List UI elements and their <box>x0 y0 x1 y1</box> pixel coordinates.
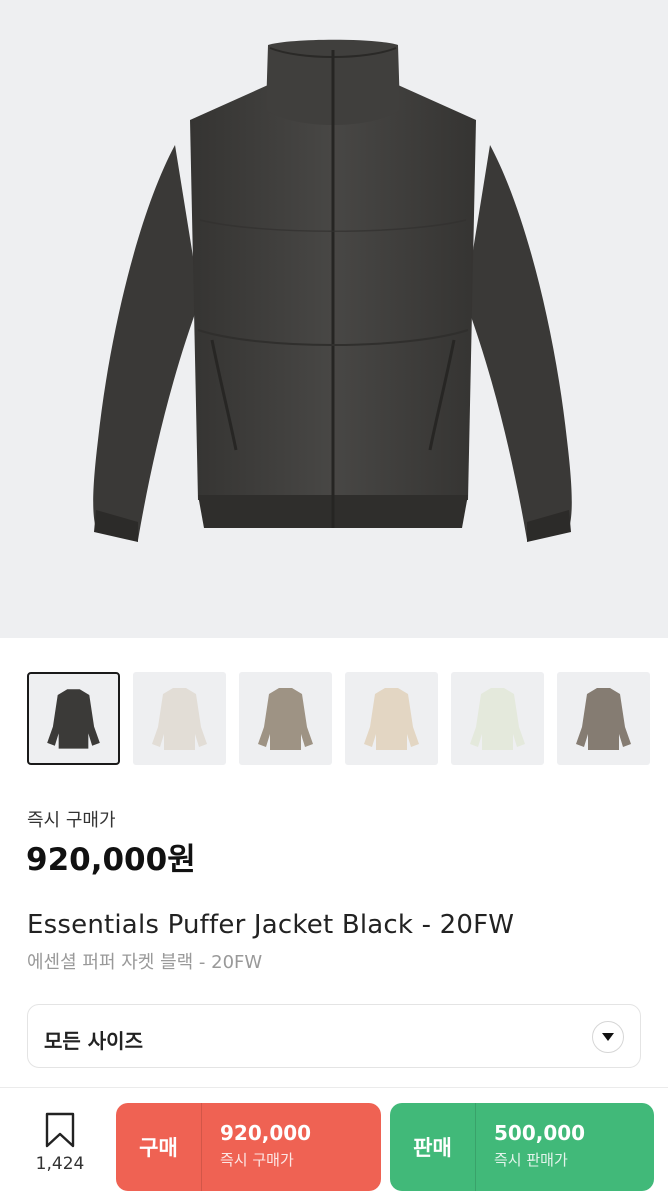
sell-button[interactable]: 판매 500,000 즉시 판매가 <box>390 1103 654 1191</box>
thumbnail-grey[interactable] <box>557 672 650 765</box>
size-selector-label: 모든 사이즈 <box>44 1029 143 1053</box>
product-name-en: Essentials Puffer Jacket Black - 20FW <box>27 910 515 940</box>
jacket-thumb-icon <box>47 689 100 749</box>
product-main-image[interactable] <box>0 0 668 638</box>
bookmark-count: 1,424 <box>35 1154 85 1174</box>
instant-price-label: 즉시 구매가 <box>27 810 116 831</box>
buy-button[interactable]: 구매 920,000 즉시 구매가 <box>116 1103 381 1191</box>
jacket-thumb-icon <box>152 688 207 750</box>
thumbnail-strip <box>27 672 668 766</box>
product-name-ko: 에센셜 퍼퍼 자켓 블랙 - 20FW <box>27 952 263 973</box>
thumbnail-taupe[interactable] <box>239 672 332 765</box>
buy-button-price: 920,000 <box>220 1121 312 1145</box>
instant-price: 920,000원 <box>26 842 196 878</box>
size-selector[interactable]: 모든 사이즈 <box>27 1004 641 1068</box>
sell-button-price: 500,000 <box>494 1121 586 1145</box>
buy-button-sub-label: 즉시 구매가 <box>220 1151 294 1169</box>
chevron-down-icon[interactable] <box>592 1021 624 1053</box>
jacket-thumb-icon <box>576 688 631 750</box>
sell-button-type: 판매 <box>390 1103 476 1191</box>
thumbnail-mint[interactable] <box>451 672 544 765</box>
divider <box>0 1087 668 1088</box>
jacket-thumb-icon <box>470 688 525 750</box>
jacket-illustration <box>93 39 572 542</box>
thumbnail-sand[interactable] <box>345 672 438 765</box>
bookmark-icon <box>45 1112 75 1148</box>
thumbnail-cream[interactable] <box>133 672 226 765</box>
jacket-thumb-icon <box>364 688 419 750</box>
thumbnail-black[interactable] <box>27 672 120 765</box>
jacket-thumb-icon <box>258 688 313 750</box>
buy-button-type: 구매 <box>116 1103 202 1191</box>
sell-button-sub-label: 즉시 판매가 <box>494 1151 568 1169</box>
bookmark-button[interactable]: 1,424 <box>22 1112 98 1182</box>
